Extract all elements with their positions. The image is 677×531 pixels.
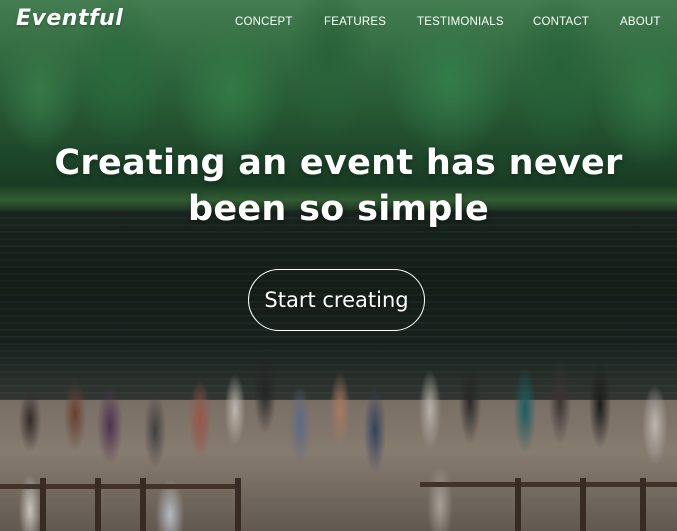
hero-headline-line-2: been so simple [188,189,489,229]
hero-headline: Creating an event has never been so simp… [20,140,657,232]
hero-headline-line-1: Creating an event has never [54,143,623,183]
nav-link-features[interactable]: FEATURES [324,16,386,28]
start-creating-button[interactable]: Start creating [248,269,425,331]
nav-link-contact[interactable]: CONTACT [533,16,589,28]
nav-link-about[interactable]: ABOUT [620,16,661,28]
hero-section [0,0,677,531]
nav-link-concept[interactable]: CONCEPT [235,16,293,28]
nav-link-testimonials[interactable]: TESTIMONIALS [417,16,504,28]
image-overlay [0,0,677,531]
main-nav: CONCEPT FEATURES TESTIMONIALS CONTACT AB… [0,16,677,32]
